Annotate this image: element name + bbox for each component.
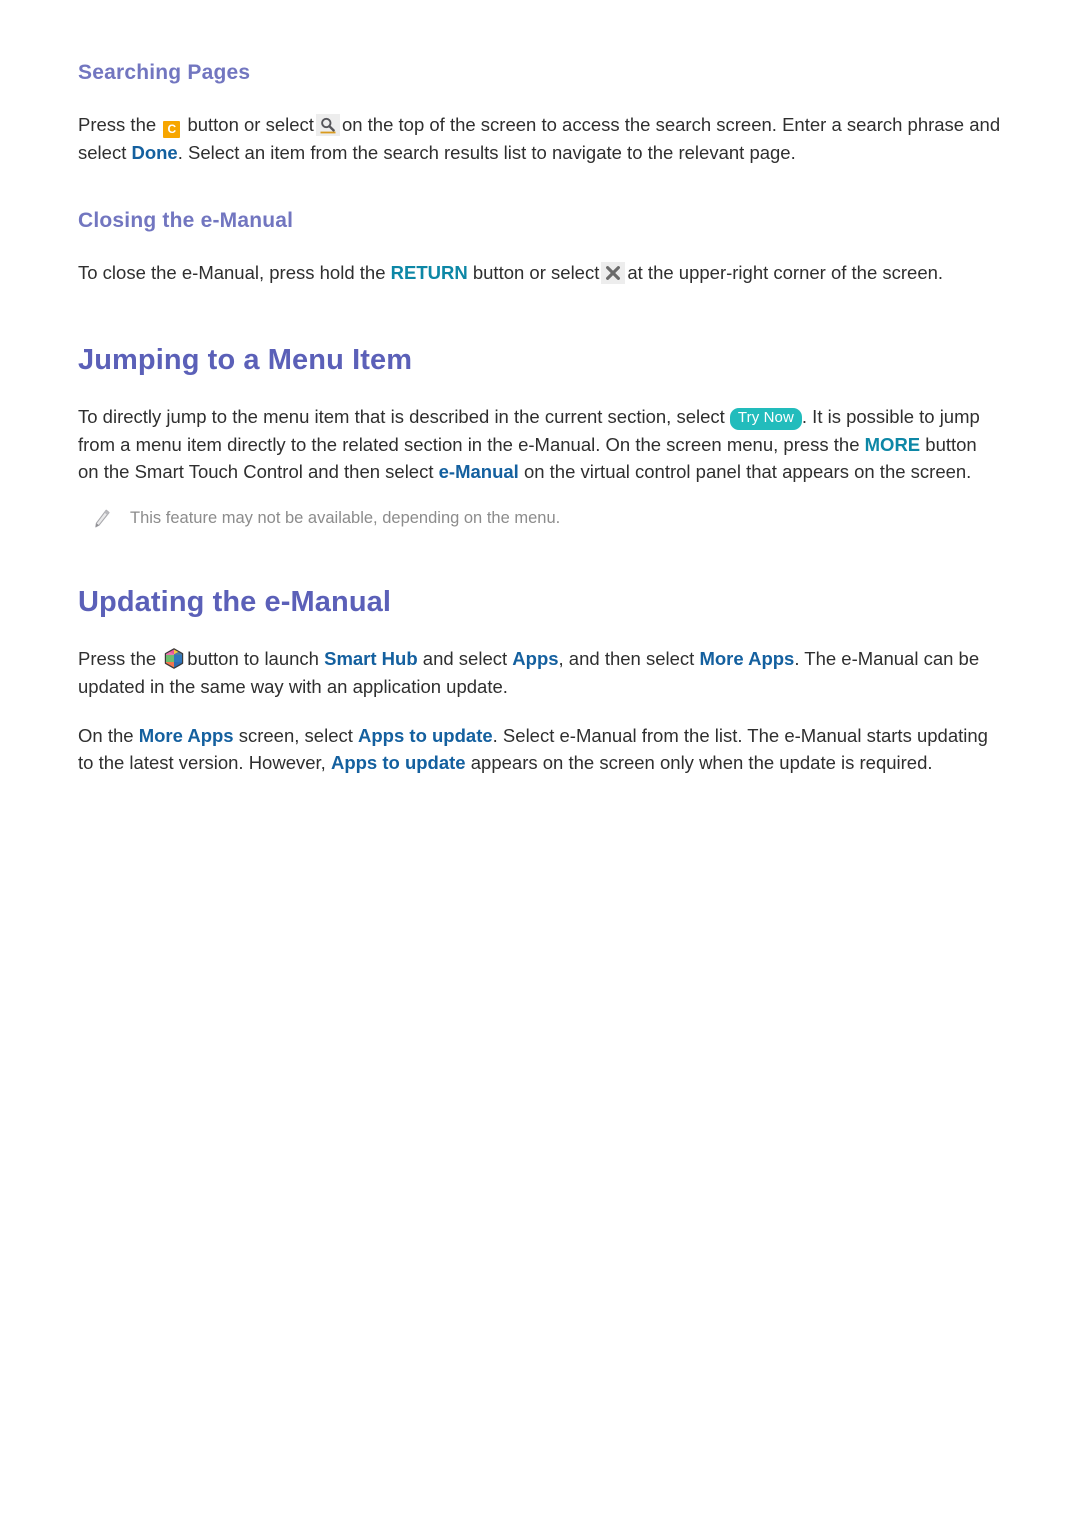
- text-fragment: , and then select: [558, 648, 695, 670]
- link-return[interactable]: RETURN: [391, 262, 468, 283]
- heading-jumping-to-a-menu-item: Jumping to a Menu Item: [78, 343, 413, 376]
- link-smart-hub[interactable]: Smart Hub: [324, 648, 418, 669]
- text-fragment: To close the e-Manual, press hold the: [78, 262, 386, 284]
- text-fragment: button or select: [187, 114, 314, 136]
- close-x-icon[interactable]: [601, 262, 626, 285]
- text-fragment: Press the: [78, 114, 157, 136]
- link-emanual[interactable]: e-Manual: [439, 461, 519, 482]
- text-fragment: To directly jump to the menu item that i…: [78, 406, 725, 428]
- link-more-apps[interactable]: More Apps: [699, 648, 794, 669]
- text-fragment: appears on the screen only when the upda…: [470, 752, 933, 774]
- paragraph-searching-pages: Press the C button or select on the top …: [78, 111, 1002, 166]
- note-text: This feature may not be available, depen…: [130, 509, 561, 528]
- link-done[interactable]: Done: [131, 142, 177, 163]
- text-fragment: button or select: [472, 262, 600, 284]
- text-fragment: at the upper-right corner of the screen.: [627, 262, 944, 284]
- paragraph-updating-emanual-2: On the More Apps screen, select Apps to …: [78, 722, 1002, 777]
- text-fragment: button to launch: [187, 648, 319, 670]
- paragraph-closing-emanual: To close the e-Manual, press hold the RE…: [78, 259, 1002, 286]
- smart-hub-icon[interactable]: [164, 648, 184, 670]
- link-apps-to-update-2[interactable]: Apps to update: [331, 752, 466, 773]
- badge-try-now[interactable]: Try Now: [729, 408, 802, 431]
- link-more-apps-2[interactable]: More Apps: [139, 725, 234, 746]
- document-page: Searching Pages Press the C button or se…: [0, 0, 1080, 1527]
- text-fragment: On the: [78, 725, 134, 747]
- heading-searching-pages: Searching Pages: [78, 61, 251, 84]
- heading-closing-the-emanual: Closing the e-Manual: [78, 208, 294, 232]
- color-button-c-icon[interactable]: C: [163, 121, 181, 139]
- text-fragment: Press the: [78, 648, 157, 670]
- note-row: This feature may not be available, depen…: [92, 507, 1002, 530]
- pencil-note-icon: [92, 508, 112, 530]
- paragraph-updating-emanual-1: Press the button to launch Smart Hub and…: [78, 645, 1002, 700]
- text-fragment: and select: [422, 648, 508, 670]
- text-fragment: on the virtual control panel that appear…: [523, 461, 972, 483]
- heading-updating-the-emanual: Updating the e-Manual: [78, 585, 392, 618]
- link-apps-to-update-1[interactable]: Apps to update: [358, 725, 493, 746]
- paragraph-jumping-to-menu-item: To directly jump to the menu item that i…: [78, 403, 1002, 485]
- link-apps[interactable]: Apps: [512, 648, 558, 669]
- text-fragment: . Select an item from the search results…: [177, 141, 796, 163]
- link-more[interactable]: MORE: [865, 434, 921, 455]
- text-fragment: screen, select: [238, 725, 353, 747]
- search-icon[interactable]: [315, 114, 340, 137]
